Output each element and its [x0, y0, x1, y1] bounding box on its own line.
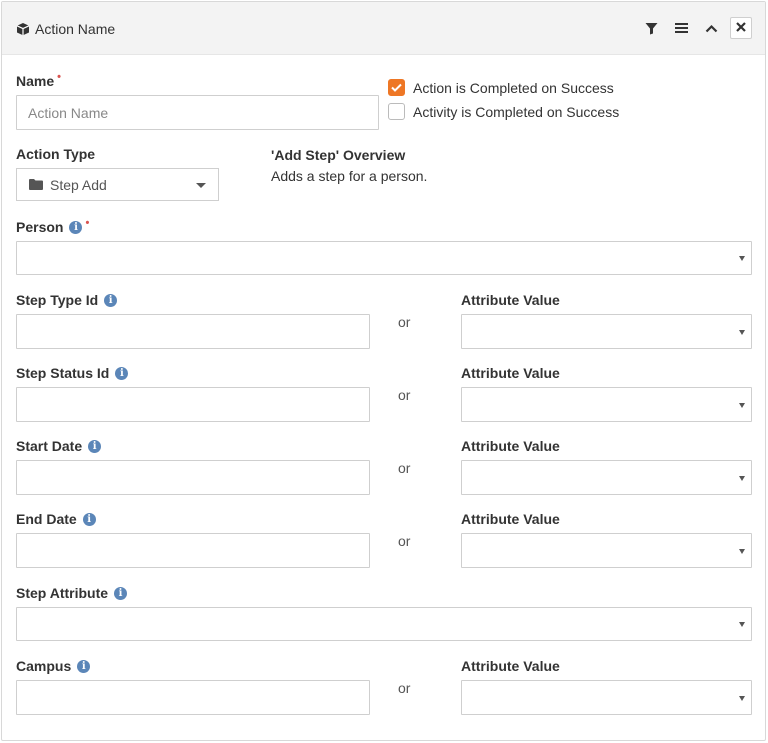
info-icon[interactable]: i [77, 659, 91, 673]
panel-title-text: Action Name [35, 21, 116, 37]
or-label: or [398, 533, 411, 549]
close-button[interactable] [730, 17, 752, 39]
person-picker[interactable] [16, 241, 752, 275]
start-date-input[interactable] [16, 460, 370, 495]
info-icon[interactable]: i [69, 220, 83, 234]
person-label-text: Person [16, 219, 64, 235]
step-type-id-input[interactable] [16, 314, 370, 349]
start-date-attribute-select[interactable] [461, 460, 752, 495]
campus-attribute-select[interactable] [461, 680, 752, 715]
caret-down-icon [739, 695, 745, 701]
checkbox-checked-icon[interactable] [388, 79, 405, 96]
end-date-label-text: End Date [16, 511, 77, 527]
step-type-id-label-text: Step Type Id [16, 292, 99, 308]
action-type-label: Action Type [16, 146, 96, 162]
overview-text: Adds a step for a person. [271, 168, 428, 184]
chevron-up-icon[interactable] [700, 17, 722, 39]
step-status-id-label-text: Step Status Id [16, 365, 110, 381]
campus-label-text: Campus [16, 658, 72, 674]
info-icon[interactable]: i [88, 439, 102, 453]
step-status-id-input[interactable] [16, 387, 370, 422]
action-type-value: Step Add [50, 176, 107, 193]
info-icon[interactable]: i [82, 512, 96, 526]
step-attribute-label: Step Attribute i [16, 585, 128, 601]
menu-icon[interactable] [670, 17, 692, 39]
folder-icon [29, 179, 43, 190]
action-completed-checkbox[interactable]: Action is Completed on Success [388, 79, 614, 96]
step-attribute-select[interactable] [16, 607, 752, 641]
start-date-label: Start Date i [16, 438, 102, 454]
cube-icon [16, 22, 30, 36]
caret-down-icon [739, 329, 745, 335]
caret-down-icon [739, 548, 745, 554]
step-type-id-attribute-select[interactable] [461, 314, 752, 349]
panel-header: Action Name [2, 2, 765, 55]
or-label: or [398, 387, 411, 403]
checkbox-unchecked-icon[interactable] [388, 103, 405, 120]
name-input[interactable]: Action Name [16, 95, 379, 130]
overview-title: 'Add Step' Overview [271, 147, 406, 163]
action-panel: Action Name Name • Action Name Action is… [1, 1, 766, 741]
filter-icon[interactable] [640, 17, 662, 39]
campus-label: Campus i [16, 658, 91, 674]
caret-down-icon [739, 256, 745, 261]
caret-down-icon [739, 475, 745, 481]
or-label: or [398, 314, 411, 330]
name-label: Name • [16, 71, 61, 89]
campus-input[interactable] [16, 680, 370, 715]
caret-down-icon [739, 402, 745, 408]
or-label: or [398, 680, 411, 696]
action-completed-label: Action is Completed on Success [413, 79, 614, 96]
end-date-attribute-select[interactable] [461, 533, 752, 568]
activity-completed-label: Activity is Completed on Success [413, 103, 620, 120]
step-status-id-label: Step Status Id i [16, 365, 129, 381]
step-attribute-label-text: Step Attribute [16, 585, 109, 601]
caret-down-icon [196, 183, 206, 188]
step-status-id-attribute-label: Attribute Value [461, 365, 560, 381]
info-icon[interactable]: i [115, 366, 129, 380]
panel-title[interactable]: Action Name [16, 19, 115, 39]
info-icon[interactable]: i [114, 586, 128, 600]
step-type-id-attribute-label: Attribute Value [461, 292, 560, 308]
start-date-label-text: Start Date [16, 438, 83, 454]
start-date-attribute-label: Attribute Value [461, 438, 560, 454]
end-date-input[interactable] [16, 533, 370, 568]
end-date-label: End Date i [16, 511, 96, 527]
close-icon [736, 19, 746, 37]
end-date-attribute-label: Attribute Value [461, 511, 560, 527]
step-status-id-attribute-select[interactable] [461, 387, 752, 422]
name-input-placeholder: Action Name [28, 104, 109, 121]
info-icon[interactable]: i [104, 293, 118, 307]
step-type-id-label: Step Type Id i [16, 292, 118, 308]
caret-down-icon [739, 622, 745, 627]
required-marker: • [85, 217, 90, 229]
or-label: or [398, 460, 411, 476]
campus-attribute-label: Attribute Value [461, 658, 560, 674]
action-type-select[interactable]: Step Add [16, 168, 219, 201]
person-label: Person i • [16, 217, 90, 235]
activity-completed-checkbox[interactable]: Activity is Completed on Success [388, 103, 619, 120]
required-marker: • [57, 71, 61, 83]
name-label-text: Name [16, 73, 55, 89]
